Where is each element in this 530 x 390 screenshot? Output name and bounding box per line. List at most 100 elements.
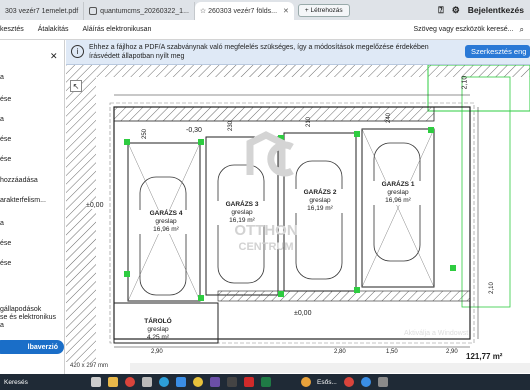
app-icon-1[interactable] [142,377,152,387]
tool-item-4[interactable]: ése [0,136,11,143]
star-icon: ☆ [199,8,209,15]
tab-2-label: quantumcms_20260322_1... [100,7,189,15]
tool-item-2[interactable]: ése [0,96,11,103]
tool-item-7[interactable]: arakterfelism... [0,197,46,204]
app-icon-5[interactable] [227,377,237,387]
search-icon[interactable]: ⌕ [520,25,524,35]
dim-bottom-4: 2,90 [446,349,458,355]
promo-line-2: se és elektronikus [0,314,57,321]
tool-item-1[interactable]: a [0,74,4,81]
start-icon[interactable] [91,377,101,387]
search-input[interactable]: Szöveg vagy eszközök keresé... [414,26,514,33]
close-panel-icon[interactable]: ✕ [50,51,58,62]
car-outline-4 [139,176,187,296]
dim-top-4: 240 [386,112,393,124]
garage-label-2: GARÁZS 2 greslap 16,19 m² [290,189,350,213]
storage-floor: greslap [147,326,169,333]
storage-label: TÁROLÓ greslap 4,25 m² [128,318,188,342]
app-icon-4[interactable] [210,377,220,387]
activation-watermark: Aktiválja a Windowst [404,330,469,337]
green-marker [450,265,456,271]
green-marker [124,271,130,277]
pdf-icon [89,7,98,15]
green-marker [354,131,360,137]
tab-3-label: 260303 vezér7 földs... [208,7,278,15]
promo-line-3: a [0,322,4,329]
signin-button[interactable]: Bejelentkezés [468,5,524,15]
dim-bottom-2: 2,80 [334,349,346,355]
tab-1[interactable]: 303 vezér7 1emelet.pdf [0,2,85,20]
green-marker [198,139,204,145]
tab-3-active[interactable]: ☆ 260303 vezér7 földs... ✕ [194,2,294,20]
acrobat-icon[interactable] [244,377,254,387]
horizontal-scrollbar[interactable] [130,363,530,373]
garage-1-title: GARÁZS 1 [381,181,415,188]
explorer-icon[interactable] [108,377,118,387]
garage-2-title: GARÁZS 2 [303,189,337,196]
tab-2[interactable]: quantumcms_20260322_1... [84,2,195,20]
enable-editing-button[interactable]: Szerkesztés eng [465,45,530,58]
level-label-3: ±0,00 [294,310,312,317]
tray-icon-1[interactable] [343,377,354,387]
tab-1-label: 303 vezér7 1emelet.pdf [5,7,79,15]
os-taskbar: Keresés Esős... [0,374,530,390]
command-bar: kesztés Átalakítás Aláírás elektronikusa… [0,20,530,40]
garage-4-floor: greslap [155,218,177,225]
select-pointer-tool[interactable]: ↖ [70,80,82,92]
help-icon[interactable]: ⍰ [438,5,443,16]
watermark-logo [246,131,294,177]
excel-icon[interactable] [261,377,271,387]
dim-top-1: 250 [142,128,149,140]
taskbar-search[interactable]: Keresés [4,379,84,386]
side-dim: 2,10 [488,282,495,294]
tool-item-3[interactable]: a [0,116,4,123]
level-label-1: -0,30 [186,127,202,134]
dim-top-2: 230 [228,120,235,132]
car-outline-2 [295,160,343,280]
garage-1-floor: greslap [387,189,409,196]
garage-4-title: GARÁZS 4 [149,210,183,217]
storage-title: TÁROLÓ [144,318,172,325]
convert-button[interactable]: lbaverzió [0,340,64,354]
level-label-2: ±0,00 [86,202,104,209]
browser-tab-bar: 303 vezér7 1emelet.pdf quantumcms_202603… [0,0,530,20]
lower-wall [217,290,471,302]
tool-item-8[interactable]: a [0,220,4,227]
dim-top-5: 2,10 [461,75,469,90]
menu-convert[interactable]: Átalakítás [38,26,69,33]
new-tab-button[interactable]: + Létrehozás [297,4,350,17]
logo-top-text: OTTHON [234,222,298,239]
tool-item-10[interactable]: ése [0,260,11,267]
bottom-right-area: 121,77 m² [466,352,503,361]
pdf-canvas[interactable]: -0,30 ±0,00 ±0,00 250 230 210 240 2,10 G… [66,65,530,362]
chrome-icon[interactable] [125,377,135,387]
garage-4-area: 16,96 m² [153,226,179,233]
weather-text: Esős... [317,378,337,386]
logo-watermark-text: OTTHON CENTRUM [226,223,306,255]
info-icon: i [71,45,84,58]
tray-icon-2[interactable] [360,377,371,387]
green-marker [198,295,204,301]
dim-bottom-3: 1,50 [386,349,398,355]
storage-area: 4,25 m² [146,334,170,341]
menu-edit[interactable]: kesztés [0,26,24,33]
dim-bottom-1: 2,90 [151,349,163,355]
logo-bottom-text: CENTRUM [238,241,294,253]
tool-item-6[interactable]: hozzáadása [0,177,38,184]
green-marker [354,287,360,293]
dim-top-3: 210 [306,116,313,128]
close-icon[interactable]: ✕ [283,7,289,15]
tray-icon-3[interactable] [377,377,388,387]
garage-3-title: GARÁZS 3 [225,201,259,208]
gear-icon[interactable]: ⚙ [452,5,460,16]
left-tools-panel: ✕ a ése a ése ése hozzáadása arakterfeli… [0,40,65,374]
page-size-label: 420 x 297 mm [70,363,109,369]
menu-sign[interactable]: Aláírás elektronikusan [82,26,151,33]
app-icon-2[interactable] [176,377,186,387]
tool-item-5[interactable]: ése [0,156,11,163]
app-icon-3[interactable] [193,377,203,387]
green-marker [428,127,434,133]
edge-icon[interactable] [159,377,169,387]
tool-item-9[interactable]: ése [0,240,11,247]
garage-label-4: GARÁZS 4 greslap 16,96 m² [136,210,196,234]
